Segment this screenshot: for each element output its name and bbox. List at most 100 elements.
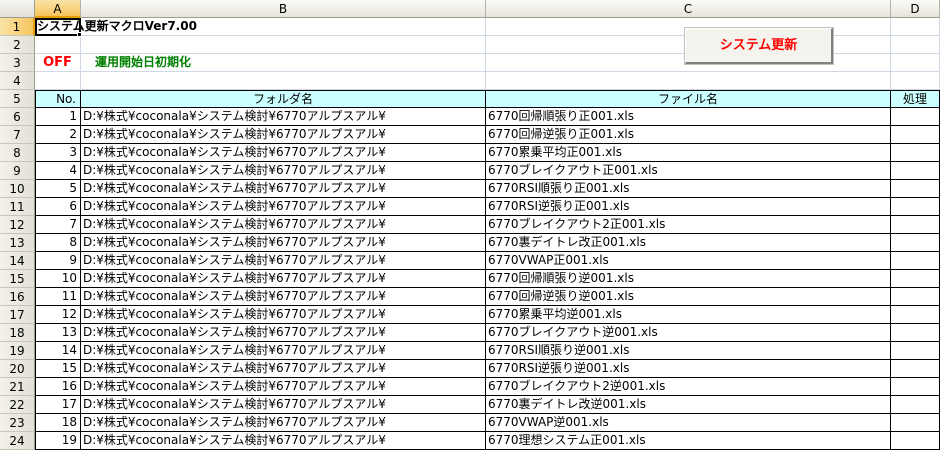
row-number-cell[interactable]: 1 bbox=[35, 108, 81, 126]
row-header-16[interactable]: 16 bbox=[0, 288, 35, 306]
grid-cell[interactable] bbox=[81, 72, 486, 90]
process-cell[interactable] bbox=[891, 180, 940, 198]
folder-path-cell[interactable]: D:¥株式¥coconala¥システム検討¥6770アルプスアル¥ bbox=[81, 396, 486, 414]
row-header-5[interactable]: 5 bbox=[0, 90, 35, 108]
column-header-b[interactable]: B bbox=[81, 0, 486, 18]
file-name-cell[interactable]: 6770RSI逆張り正001.xls bbox=[486, 198, 891, 216]
row-header-8[interactable]: 8 bbox=[0, 144, 35, 162]
file-name-cell[interactable]: 6770理想システム正001.xls bbox=[486, 432, 891, 450]
file-name-cell[interactable]: 6770RSI順張り正001.xls bbox=[486, 180, 891, 198]
row-number-cell[interactable]: 15 bbox=[35, 360, 81, 378]
folder-path-cell[interactable]: D:¥株式¥coconala¥システム検討¥6770アルプスアル¥ bbox=[81, 342, 486, 360]
grid-cell[interactable] bbox=[35, 36, 81, 54]
process-cell[interactable] bbox=[891, 216, 940, 234]
row-number-cell[interactable]: 17 bbox=[35, 396, 81, 414]
process-cell[interactable] bbox=[891, 378, 940, 396]
folder-path-cell[interactable]: D:¥株式¥coconala¥システム検討¥6770アルプスアル¥ bbox=[81, 144, 486, 162]
row-number-cell[interactable]: 7 bbox=[35, 216, 81, 234]
process-cell[interactable] bbox=[891, 360, 940, 378]
row-number-cell[interactable]: 13 bbox=[35, 324, 81, 342]
row-number-cell[interactable]: 14 bbox=[35, 342, 81, 360]
row-header-13[interactable]: 13 bbox=[0, 234, 35, 252]
grid-cell[interactable] bbox=[81, 36, 486, 54]
process-cell[interactable] bbox=[891, 162, 940, 180]
row-header-7[interactable]: 7 bbox=[0, 126, 35, 144]
row-header-4[interactable]: 4 bbox=[0, 72, 35, 90]
process-cell[interactable] bbox=[891, 108, 940, 126]
folder-path-cell[interactable]: D:¥株式¥coconala¥システム検討¥6770アルプスアル¥ bbox=[81, 324, 486, 342]
file-name-cell[interactable]: 6770RSI逆張り逆001.xls bbox=[486, 360, 891, 378]
folder-path-cell[interactable]: D:¥株式¥coconala¥システム検討¥6770アルプスアル¥ bbox=[81, 306, 486, 324]
process-cell[interactable] bbox=[891, 126, 940, 144]
column-header-c[interactable]: C bbox=[486, 0, 891, 18]
grid-cell[interactable] bbox=[891, 18, 940, 36]
row-header-20[interactable]: 20 bbox=[0, 360, 35, 378]
header-folder[interactable]: フォルダ名 bbox=[81, 90, 486, 108]
row-number-cell[interactable]: 3 bbox=[35, 144, 81, 162]
file-name-cell[interactable]: 6770裏デイトレ改正001.xls bbox=[486, 234, 891, 252]
header-process[interactable]: 処理 bbox=[891, 90, 940, 108]
process-cell[interactable] bbox=[891, 198, 940, 216]
process-cell[interactable] bbox=[891, 342, 940, 360]
process-cell[interactable] bbox=[891, 432, 940, 450]
row-number-cell[interactable]: 5 bbox=[35, 180, 81, 198]
folder-path-cell[interactable]: D:¥株式¥coconala¥システム検討¥6770アルプスアル¥ bbox=[81, 252, 486, 270]
folder-path-cell[interactable]: D:¥株式¥coconala¥システム検討¥6770アルプスアル¥ bbox=[81, 288, 486, 306]
row-header-12[interactable]: 12 bbox=[0, 216, 35, 234]
row-header-14[interactable]: 14 bbox=[0, 252, 35, 270]
file-name-cell[interactable]: 6770回帰順張り正001.xls bbox=[486, 108, 891, 126]
file-name-cell[interactable]: 6770ブレイクアウト2正001.xls bbox=[486, 216, 891, 234]
process-cell[interactable] bbox=[891, 234, 940, 252]
row-header-2[interactable]: 2 bbox=[0, 36, 35, 54]
row-number-cell[interactable]: 8 bbox=[35, 234, 81, 252]
file-name-cell[interactable]: 6770裏デイトレ改逆001.xls bbox=[486, 396, 891, 414]
process-cell[interactable] bbox=[891, 252, 940, 270]
row-header-21[interactable]: 21 bbox=[0, 378, 35, 396]
row-number-cell[interactable]: 10 bbox=[35, 270, 81, 288]
file-name-cell[interactable]: 6770VWAP逆001.xls bbox=[486, 414, 891, 432]
header-no[interactable]: No. bbox=[35, 90, 81, 108]
file-name-cell[interactable]: 6770回帰順張り逆001.xls bbox=[486, 270, 891, 288]
process-cell[interactable] bbox=[891, 414, 940, 432]
row-header-24[interactable]: 24 bbox=[0, 432, 35, 450]
row-header-17[interactable]: 17 bbox=[0, 306, 35, 324]
folder-path-cell[interactable]: D:¥株式¥coconala¥システム検討¥6770アルプスアル¥ bbox=[81, 414, 486, 432]
column-header-d[interactable]: D bbox=[891, 0, 940, 18]
file-name-cell[interactable]: 6770VWAP正001.xls bbox=[486, 252, 891, 270]
row-number-cell[interactable]: 19 bbox=[35, 432, 81, 450]
folder-path-cell[interactable]: D:¥株式¥coconala¥システム検討¥6770アルプスアル¥ bbox=[81, 360, 486, 378]
row-number-cell[interactable]: 2 bbox=[35, 126, 81, 144]
row-header-10[interactable]: 10 bbox=[0, 180, 35, 198]
file-name-cell[interactable]: 6770累乗平均正001.xls bbox=[486, 144, 891, 162]
header-file[interactable]: ファイル名 bbox=[486, 90, 891, 108]
row-header-3[interactable]: 3 bbox=[0, 54, 35, 72]
fill-handle[interactable] bbox=[77, 32, 82, 37]
process-cell[interactable] bbox=[891, 324, 940, 342]
row-header-23[interactable]: 23 bbox=[0, 414, 35, 432]
process-cell[interactable] bbox=[891, 396, 940, 414]
file-name-cell[interactable]: 6770ブレイクアウト正001.xls bbox=[486, 162, 891, 180]
file-name-cell[interactable]: 6770ブレイクアウト逆001.xls bbox=[486, 324, 891, 342]
row-number-cell[interactable]: 16 bbox=[35, 378, 81, 396]
macro-title-cell[interactable]: システム更新マクロVer7.00 bbox=[35, 18, 486, 36]
row-header-11[interactable]: 11 bbox=[0, 198, 35, 216]
process-cell[interactable] bbox=[891, 288, 940, 306]
system-update-button[interactable]: システム更新 bbox=[684, 27, 834, 65]
row-number-cell[interactable]: 9 bbox=[35, 252, 81, 270]
init-start-date-cell[interactable]: 運用開始日初期化 bbox=[81, 54, 486, 72]
folder-path-cell[interactable]: D:¥株式¥coconala¥システム検討¥6770アルプスアル¥ bbox=[81, 108, 486, 126]
grid-cell[interactable] bbox=[891, 36, 940, 54]
row-number-cell[interactable]: 4 bbox=[35, 162, 81, 180]
file-name-cell[interactable]: 6770回帰逆張り逆001.xls bbox=[486, 288, 891, 306]
grid-cell[interactable] bbox=[486, 72, 891, 90]
file-name-cell[interactable]: 6770ブレイクアウト2逆001.xls bbox=[486, 378, 891, 396]
file-name-cell[interactable]: 6770累乗平均逆001.xls bbox=[486, 306, 891, 324]
row-number-cell[interactable]: 6 bbox=[35, 198, 81, 216]
row-number-cell[interactable]: 18 bbox=[35, 414, 81, 432]
folder-path-cell[interactable]: D:¥株式¥coconala¥システム検討¥6770アルプスアル¥ bbox=[81, 162, 486, 180]
folder-path-cell[interactable]: D:¥株式¥coconala¥システム検討¥6770アルプスアル¥ bbox=[81, 270, 486, 288]
row-header-1[interactable]: 1 bbox=[0, 18, 35, 36]
process-cell[interactable] bbox=[891, 306, 940, 324]
row-header-18[interactable]: 18 bbox=[0, 324, 35, 342]
row-number-cell[interactable]: 11 bbox=[35, 288, 81, 306]
